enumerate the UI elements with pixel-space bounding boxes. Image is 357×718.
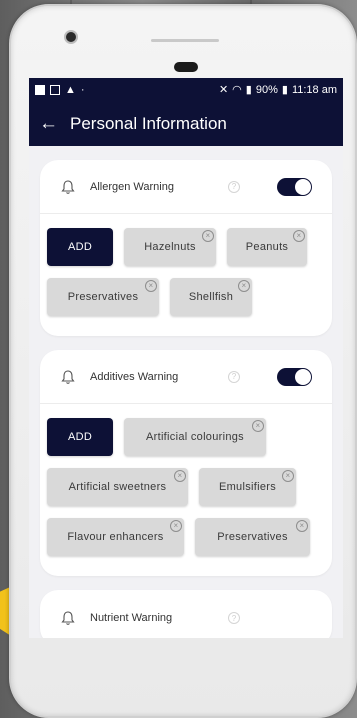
allergen-warning-header: Allergen Warning ?	[40, 160, 332, 214]
bell-icon	[61, 179, 75, 194]
remove-chip-icon[interactable]: ×	[293, 230, 305, 242]
remove-chip-icon[interactable]: ×	[174, 470, 186, 482]
additives-warning-card: Additives Warning ? ADD Artificial colou…	[40, 350, 332, 576]
remove-chip-icon[interactable]: ×	[252, 420, 264, 432]
allergen-chip-list: ADD Hazelnuts × Peanuts × Preservatives …	[40, 214, 332, 336]
signal-icon: ▮	[245, 84, 252, 96]
earpiece-line	[151, 39, 219, 42]
additives-warning-header: Additives Warning ?	[40, 350, 332, 404]
allergen-warning-title: Allergen Warning	[90, 180, 174, 193]
page-title: Personal Information	[70, 113, 227, 133]
remove-chip-icon[interactable]: ×	[238, 280, 250, 292]
additive-chip[interactable]: Flavour enhancers ×	[47, 518, 184, 556]
additives-chip-list: ADD Artificial colourings × Artificial s…	[40, 404, 332, 576]
add-allergen-button[interactable]: ADD	[47, 228, 113, 266]
nutrient-warning-card: Nutrient Warning ?	[40, 590, 332, 638]
notification-icon	[35, 84, 45, 95]
remove-chip-icon[interactable]: ×	[296, 520, 308, 532]
clock: 11:18 am	[291, 83, 337, 96]
chip-label: Shellfish	[188, 291, 234, 303]
chip-label: Artificial sweetners	[68, 481, 167, 493]
add-additive-button[interactable]: ADD	[47, 418, 113, 456]
allergen-chip[interactable]: Hazelnuts ×	[124, 228, 216, 266]
warning-icon: ▲	[65, 83, 76, 96]
chip-label: Flavour enhancers	[67, 531, 164, 543]
chip-label: Emulsifiers	[218, 481, 277, 493]
toggle-knob	[295, 178, 311, 195]
bell-icon	[61, 369, 75, 384]
additive-chip[interactable]: Artificial colourings ×	[124, 418, 266, 456]
remove-chip-icon[interactable]: ×	[170, 520, 182, 532]
status-system-icons: ✕ ◠ ▮ 90% ▮ 11:18 am	[218, 83, 337, 97]
status-bar: ▲ · ✕ ◠ ▮ 90% ▮ 11:18 am	[29, 78, 343, 101]
wifi-icon: ◠	[232, 84, 242, 96]
phone-screen: ▲ · ✕ ◠ ▮ 90% ▮ 11:18 am ← Personal Info…	[29, 78, 343, 638]
app-bar: ← Personal Information	[29, 101, 343, 146]
speaker	[174, 62, 198, 72]
image-notification-icon	[50, 84, 60, 95]
status-notification-icons: ▲ ·	[35, 84, 85, 96]
allergen-chip[interactable]: Shellfish ×	[170, 278, 252, 316]
back-arrow-icon[interactable]: ←	[39, 114, 58, 133]
battery-icon: ▮	[281, 84, 288, 96]
additives-warning-title: Additives Warning	[90, 370, 179, 383]
bell-icon	[61, 611, 75, 625]
help-icon[interactable]: ?	[228, 612, 240, 624]
dot-icon: ·	[80, 83, 85, 96]
remove-chip-icon[interactable]: ×	[145, 280, 157, 292]
allergen-chip[interactable]: Preservatives ×	[47, 278, 159, 316]
front-camera	[64, 30, 78, 44]
nutrient-warning-title: Nutrient Warning	[90, 612, 173, 624]
battery-percent: 90%	[255, 83, 278, 96]
settings-list: Allergen Warning ? ADD Hazelnuts × Peanu…	[29, 146, 343, 638]
allergen-warning-toggle[interactable]	[277, 177, 312, 196]
chip-label: Hazelnuts	[144, 241, 196, 253]
chip-label: Preservatives	[217, 531, 288, 543]
help-icon[interactable]: ?	[228, 180, 240, 193]
help-icon[interactable]: ?	[228, 370, 240, 383]
allergen-warning-card: Allergen Warning ? ADD Hazelnuts × Peanu…	[40, 160, 332, 336]
remove-chip-icon[interactable]: ×	[282, 470, 294, 482]
chip-label: Preservatives	[67, 291, 139, 303]
chip-label: Peanuts	[245, 241, 289, 253]
additive-chip[interactable]: Emulsifiers ×	[199, 468, 296, 506]
additives-warning-toggle[interactable]	[277, 367, 312, 386]
chip-label: Artificial colourings	[145, 431, 244, 443]
allergen-chip[interactable]: Peanuts ×	[227, 228, 307, 266]
additive-chip[interactable]: Artificial sweetners ×	[47, 468, 188, 506]
additive-chip[interactable]: Preservatives ×	[195, 518, 310, 556]
nutrient-warning-header[interactable]: Nutrient Warning ?	[40, 590, 332, 638]
toggle-knob	[295, 368, 311, 385]
mute-icon: ✕	[218, 84, 229, 96]
remove-chip-icon[interactable]: ×	[202, 230, 214, 242]
